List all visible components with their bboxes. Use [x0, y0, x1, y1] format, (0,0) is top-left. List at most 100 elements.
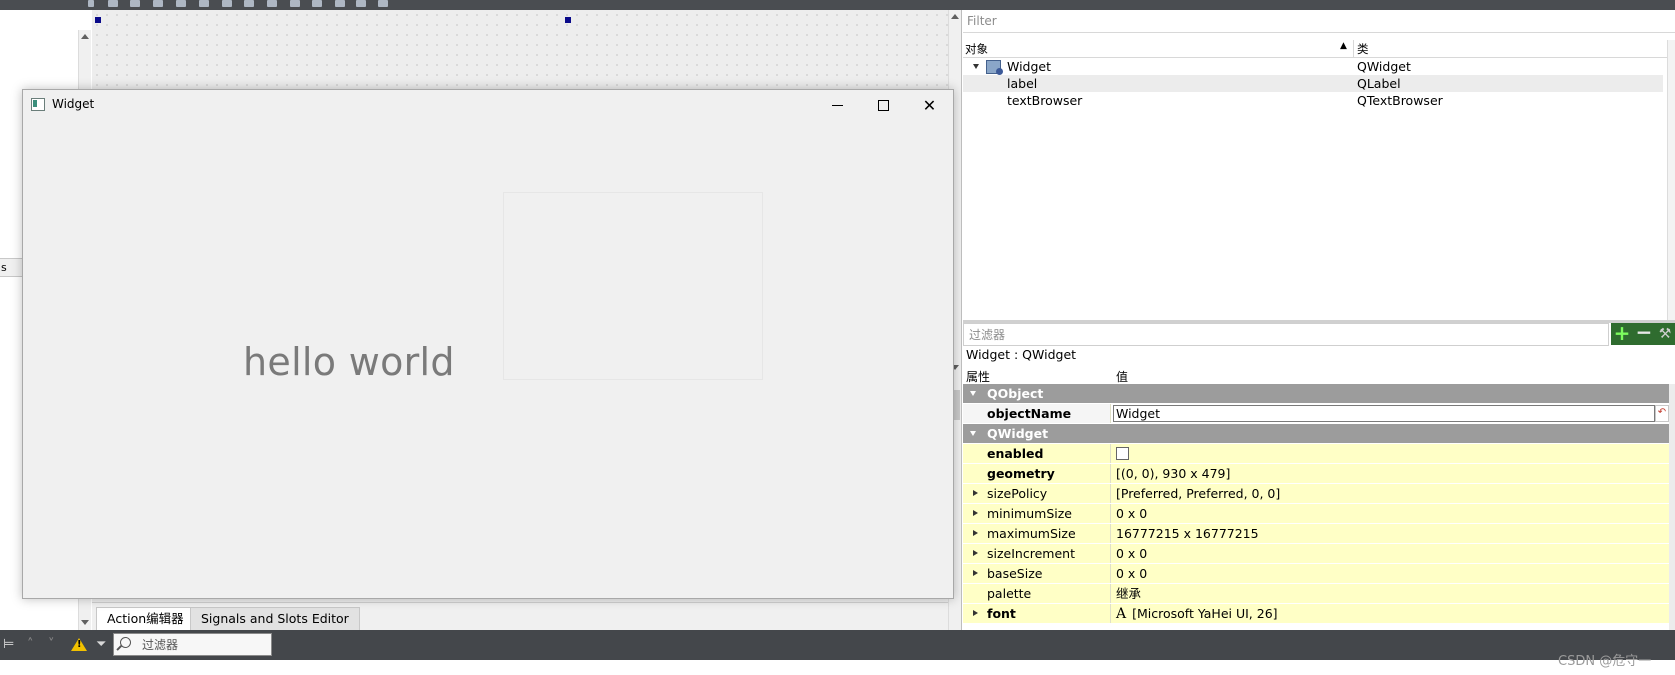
- object-class: QLabel: [1357, 76, 1401, 91]
- expand-icon[interactable]: [973, 570, 978, 576]
- column-class[interactable]: 类: [1357, 41, 1369, 57]
- prop-row-maximumsize[interactable]: maximumSize 16777215 x 16777215: [963, 524, 1669, 544]
- prop-row-minimumsize[interactable]: minimumSize 0 x 0: [963, 504, 1669, 524]
- prop-row-enabled[interactable]: enabled: [963, 444, 1669, 464]
- expand-icon[interactable]: [973, 510, 978, 516]
- column-object[interactable]: 对象: [965, 41, 988, 57]
- add-dynamic-property-button[interactable]: +: [1611, 323, 1633, 345]
- expand-icon[interactable]: [973, 550, 978, 556]
- prop-row-sizepolicy[interactable]: sizePolicy [Preferred, Preferred, 0, 0]: [963, 484, 1669, 504]
- window-titlebar[interactable]: Widget ✕: [23, 90, 953, 120]
- remove-dynamic-property-button[interactable]: −: [1633, 322, 1655, 345]
- property-name: geometry: [963, 464, 1111, 483]
- toolbar-layout-horizontal-icon[interactable]: [222, 0, 232, 7]
- property-value[interactable]: 0 x 0: [1112, 504, 1669, 523]
- property-name: maximumSize: [963, 524, 1111, 543]
- chevron-down-icon[interactable]: ˅: [48, 637, 55, 652]
- property-value[interactable]: [1112, 444, 1669, 463]
- toolbar-layout-form-icon[interactable]: [335, 0, 345, 7]
- property-value[interactable]: A [Microsoft YaHei UI, 26]: [1112, 604, 1669, 623]
- property-value[interactable]: [Preferred, Preferred, 0, 0]: [1112, 484, 1669, 503]
- selection-handle[interactable]: [565, 17, 571, 23]
- property-editor-class: Widget : QWidget: [966, 347, 1077, 362]
- toolbar-edit-signals-icon[interactable]: [153, 0, 163, 7]
- expand-icon[interactable]: [973, 490, 978, 496]
- toolbar-edit-tab-order-icon[interactable]: [199, 0, 209, 7]
- column-separator[interactable]: [1353, 40, 1354, 57]
- issues-filter-input[interactable]: [140, 634, 272, 655]
- toggle-sidebar-icon[interactable]: ⊨: [3, 637, 14, 652]
- left-panel-tab[interactable]: s: [0, 258, 23, 277]
- scroll-up-arrow-icon[interactable]: [81, 34, 89, 39]
- toolbar-splitter-horizontal-icon[interactable]: [267, 0, 277, 7]
- minimize-icon: [832, 104, 843, 106]
- group-qobject[interactable]: QObject: [963, 384, 1669, 404]
- text-browser[interactable]: [503, 192, 763, 380]
- toolbar-edit-widgets-icon[interactable]: [130, 0, 140, 7]
- toolbar-layout-grid-icon[interactable]: [312, 0, 322, 7]
- toolbar-preview-icon[interactable]: [378, 0, 388, 7]
- toolbar-splitter-vertical-icon[interactable]: [290, 0, 300, 7]
- minimize-button[interactable]: [815, 90, 860, 120]
- expand-icon[interactable]: [970, 391, 976, 396]
- chevron-up-icon[interactable]: ˄: [27, 637, 34, 652]
- prop-row-font[interactable]: font A [Microsoft YaHei UI, 26]: [963, 604, 1669, 624]
- objectname-input[interactable]: Widget: [1113, 405, 1655, 422]
- prop-row-geometry[interactable]: geometry [(0, 0), 930 x 479]: [963, 464, 1669, 484]
- expand-icon[interactable]: [973, 530, 978, 536]
- object-row-textbrowser[interactable]: textBrowser QTextBrowser: [963, 92, 1663, 109]
- prop-row-palette[interactable]: palette 继承: [963, 584, 1669, 604]
- property-filter[interactable]: [963, 323, 1609, 346]
- object-row-label[interactable]: label QLabel: [963, 75, 1663, 92]
- configure-wrench-icon[interactable]: ⚒: [1655, 323, 1675, 345]
- object-inspector-header: 对象 ▲ 类: [963, 40, 1675, 58]
- property-editor-header: 属性 值: [963, 366, 1675, 385]
- tab-signals-slots-editor[interactable]: Signals and Slots Editor: [190, 607, 360, 630]
- property-value[interactable]: Widget ↶: [1112, 404, 1669, 423]
- reset-arrow-icon[interactable]: ↶: [1655, 405, 1669, 422]
- object-filter-input[interactable]: [965, 10, 1659, 32]
- object-inspector-scrollbar[interactable]: [1667, 40, 1675, 322]
- object-class: QWidget: [1357, 59, 1411, 74]
- property-name: sizePolicy: [963, 484, 1111, 503]
- warning-icon[interactable]: [71, 638, 87, 651]
- selection-handle[interactable]: [95, 17, 101, 23]
- property-name: sizeIncrement: [963, 544, 1111, 563]
- issues-filter[interactable]: [113, 633, 272, 656]
- close-button[interactable]: ✕: [907, 90, 952, 120]
- prop-row-basesize[interactable]: baseSize 0 x 0: [963, 564, 1669, 584]
- expand-icon[interactable]: [970, 431, 976, 436]
- scroll-down-arrow-icon[interactable]: [81, 620, 89, 625]
- scroll-up-arrow-icon[interactable]: [951, 14, 959, 19]
- preview-window: Widget ✕ hello world: [22, 89, 954, 599]
- filter-icon[interactable]: ⏷: [96, 637, 106, 652]
- expand-icon[interactable]: [973, 610, 978, 616]
- property-value[interactable]: 0 x 0: [1112, 564, 1669, 583]
- object-filter[interactable]: [963, 10, 1675, 33]
- property-filter-input[interactable]: [967, 324, 1591, 345]
- search-icon: [120, 637, 131, 648]
- bottom-margin: [0, 660, 1675, 675]
- object-row-widget[interactable]: Widget QWidget: [963, 58, 1663, 75]
- tab-action-editor[interactable]: Action编辑器: [96, 607, 195, 630]
- property-value[interactable]: [(0, 0), 930 x 479]: [1112, 464, 1669, 483]
- expand-icon[interactable]: [973, 64, 979, 69]
- toolbar-edit-buddies-icon[interactable]: [176, 0, 186, 7]
- property-value[interactable]: 0 x 0: [1112, 544, 1669, 563]
- toolbar-dropdown-icon[interactable]: [88, 0, 94, 7]
- property-value[interactable]: 16777215 x 16777215: [1112, 524, 1669, 543]
- maximize-button[interactable]: [861, 90, 906, 120]
- property-editor-scrollbar[interactable]: [1669, 384, 1675, 630]
- column-value[interactable]: 值: [1116, 368, 1128, 385]
- widget-icon: [986, 60, 1003, 75]
- enabled-checkbox[interactable]: [1116, 447, 1129, 460]
- group-qwidget[interactable]: QWidget: [963, 424, 1669, 444]
- prop-row-objectname[interactable]: objectName Widget ↶: [963, 404, 1669, 424]
- toolbar-adjust-size-icon[interactable]: [356, 0, 366, 7]
- prop-row-sizeincrement[interactable]: sizeIncrement 0 x 0: [963, 544, 1669, 564]
- column-property[interactable]: 属性: [966, 368, 990, 385]
- hello-label: hello world: [243, 340, 455, 384]
- toolbar-layout-vertical-icon[interactable]: [244, 0, 254, 7]
- toolbar-break-layout-icon[interactable]: [108, 0, 118, 7]
- property-value[interactable]: 继承: [1112, 584, 1669, 603]
